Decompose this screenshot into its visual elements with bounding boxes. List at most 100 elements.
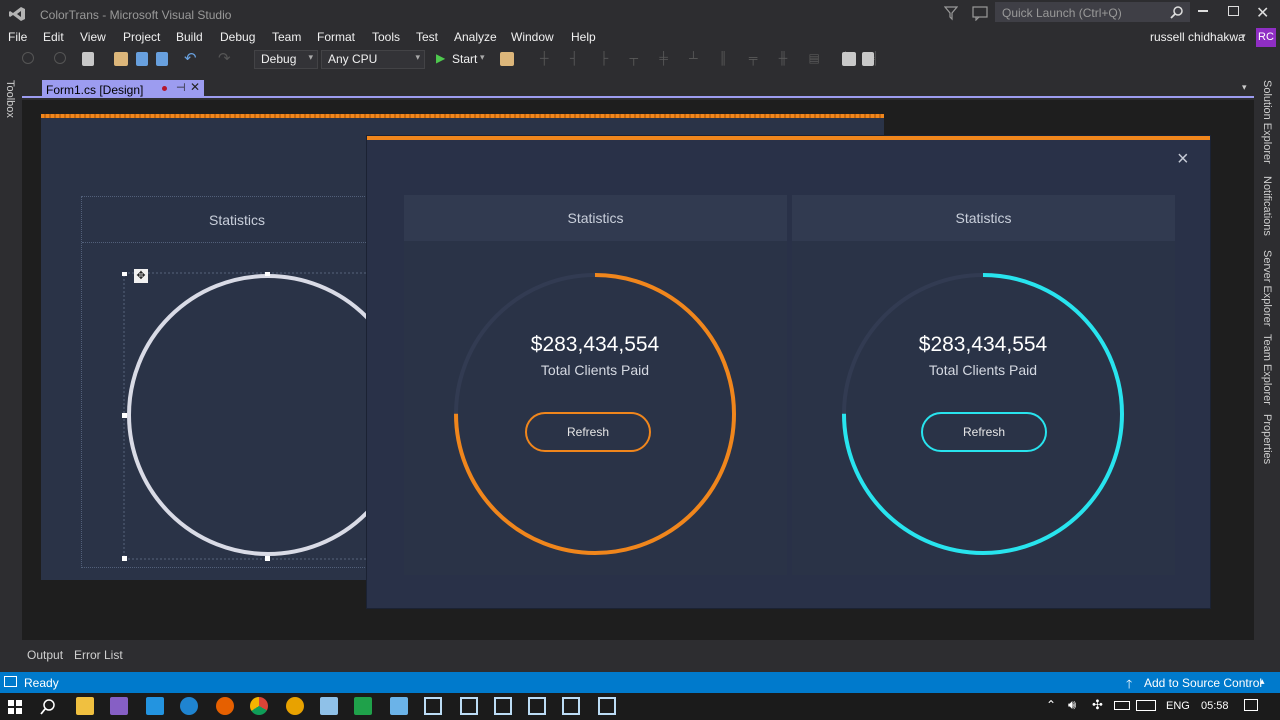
save-icon[interactable] [136, 52, 148, 66]
app-window-icon-5[interactable] [562, 697, 580, 715]
menu-build[interactable]: Build [176, 30, 203, 44]
modified-dot-icon [162, 86, 167, 91]
keyboard-icon[interactable] [1136, 700, 1156, 711]
file-explorer-icon[interactable] [76, 697, 94, 715]
maximize-button[interactable] [1228, 6, 1239, 16]
battery-icon[interactable] [1114, 701, 1130, 710]
new-project-icon[interactable] [82, 52, 94, 66]
user-name[interactable]: russell chidhakwa [1150, 30, 1245, 44]
lifesaver-app-icon[interactable] [286, 697, 304, 715]
tab-output[interactable]: Output [27, 648, 63, 662]
menu-bar: File Edit View Project Build Debug Team … [0, 28, 1280, 48]
back-icon[interactable] [22, 52, 34, 64]
browser-link-icon[interactable] [500, 52, 514, 66]
open-folder-icon[interactable] [114, 52, 128, 66]
tab-label: Form1.cs [Design] [46, 83, 144, 97]
pin-icon[interactable]: ⊣ [176, 81, 186, 94]
menu-help[interactable]: Help [571, 30, 596, 44]
status-text: Ready [24, 676, 59, 690]
menu-window[interactable]: Window [511, 30, 554, 44]
platform-dropdown[interactable]: Any CPU ▾ [321, 50, 425, 69]
refresh-button[interactable]: Refresh [921, 412, 1047, 452]
save-all-icon[interactable] [156, 52, 168, 66]
network-icon[interactable]: ✣ [1092, 697, 1103, 713]
start-dropdown-icon[interactable]: ▾ [480, 52, 485, 63]
team-explorer-tab[interactable]: Team Explorer [1261, 334, 1273, 405]
undo-icon[interactable]: ↶ [184, 49, 197, 67]
close-window-button[interactable]: ✕ [1256, 3, 1269, 23]
move-handle-icon[interactable]: ✥ [134, 269, 148, 283]
vscode-icon[interactable] [146, 697, 164, 715]
designer-surface: Statistics ✥ × Statistics $283,434,554 T… [22, 100, 1254, 640]
menu-debug[interactable]: Debug [220, 30, 255, 44]
user-dropdown-icon[interactable]: ▾ [1241, 31, 1246, 42]
app-window-icon-2[interactable] [460, 697, 478, 715]
title-bar: ColorTrans - Microsoft Visual Studio Qui… [0, 0, 1280, 28]
menu-project[interactable]: Project [123, 30, 160, 44]
windows-start-icon[interactable] [8, 700, 22, 719]
app-window-icon-3[interactable] [494, 697, 512, 715]
stat-card-cyan: Statistics $283,434,554 Total Clients Pa… [792, 195, 1175, 575]
stat-caption: Total Clients Paid [540, 362, 650, 378]
lock-controls-icon[interactable] [862, 52, 874, 66]
filter-icon[interactable] [943, 5, 959, 21]
stat-card-header: Statistics [792, 195, 1175, 241]
menu-tools[interactable]: Tools [372, 30, 400, 44]
volume-icon[interactable]: 🔊︎ [1068, 697, 1076, 713]
menu-test[interactable]: Test [416, 30, 438, 44]
menu-format[interactable]: Format [317, 30, 355, 44]
configuration-dropdown[interactable]: Debug ▾ [254, 50, 318, 69]
tray-chevron-icon[interactable]: ⌃ [1046, 698, 1056, 712]
quick-launch-input[interactable]: Quick Launch (Ctrl+Q) [995, 2, 1190, 22]
edge-icon[interactable] [180, 697, 198, 715]
preview-window: × Statistics $283,434,554 Total Clients … [367, 136, 1210, 608]
menu-view[interactable]: View [80, 30, 106, 44]
bottom-tool-tabs: Output Error List [0, 645, 1280, 669]
language-indicator[interactable]: ENG [1166, 700, 1190, 712]
stat-card-orange: Statistics $283,434,554 Total Clients Pa… [404, 195, 787, 575]
menu-analyze[interactable]: Analyze [454, 30, 497, 44]
refresh-button[interactable]: Refresh [525, 412, 651, 452]
tab-order-icon[interactable] [842, 52, 856, 66]
app-window-icon-4[interactable] [528, 697, 546, 715]
start-play-icon[interactable]: ▶ [436, 51, 445, 65]
toolbox-tab[interactable]: Toolbox [4, 80, 16, 118]
close-tab-icon[interactable]: ✕ [190, 80, 200, 94]
forward-icon[interactable] [54, 52, 66, 64]
tab-error-list[interactable]: Error List [74, 648, 123, 662]
notepad-icon[interactable] [320, 697, 338, 715]
preview-close-button[interactable]: × [1177, 148, 1189, 171]
menu-edit[interactable]: Edit [43, 30, 64, 44]
keyboard-app-icon[interactable] [390, 697, 408, 715]
feedback-icon[interactable] [972, 5, 988, 22]
chrome-icon[interactable] [250, 697, 268, 715]
tab-form1-design[interactable]: Form1.cs [Design] ⊣ ✕ [42, 80, 204, 98]
spreadsheet-app-icon[interactable] [354, 697, 372, 715]
design-stat-label: Statistics [208, 212, 266, 228]
clock[interactable]: 05:58 [1201, 700, 1229, 712]
design-stat-panel[interactable]: Statistics ✥ [81, 196, 412, 568]
left-tool-rail: Toolbox [0, 72, 22, 642]
server-explorer-tab[interactable]: Server Explorer [1261, 250, 1273, 326]
menu-team[interactable]: Team [272, 30, 301, 44]
app-window-icon-1[interactable] [424, 697, 442, 715]
windows-taskbar: ⌃ 🔊︎ ✣ ENG 05:58 [0, 693, 1280, 720]
search-taskbar-icon[interactable] [40, 699, 56, 720]
action-center-icon[interactable] [1244, 699, 1258, 711]
add-to-source-control-button[interactable]: Add to Source Control [1144, 676, 1262, 690]
source-control-caret-icon[interactable]: ▴ [1260, 676, 1265, 687]
tab-list-dropdown-icon[interactable]: ▾ [1242, 82, 1247, 93]
start-button[interactable]: Start [452, 52, 477, 66]
visual-studio-icon[interactable] [110, 697, 128, 715]
redo-icon[interactable]: ↷ [218, 49, 231, 67]
configuration-value: Debug [261, 52, 297, 66]
properties-tab[interactable]: Properties [1261, 414, 1273, 464]
minimize-button[interactable] [1198, 10, 1208, 12]
app-window-icon-6[interactable] [598, 697, 616, 715]
menu-file[interactable]: File [8, 30, 27, 44]
user-avatar[interactable]: RC [1256, 28, 1276, 47]
right-tool-rail: Solution Explorer Notifications Server E… [1256, 72, 1280, 642]
solution-explorer-tab[interactable]: Solution Explorer [1261, 80, 1273, 164]
firefox-icon[interactable] [216, 697, 234, 715]
notifications-tab[interactable]: Notifications [1261, 176, 1273, 236]
